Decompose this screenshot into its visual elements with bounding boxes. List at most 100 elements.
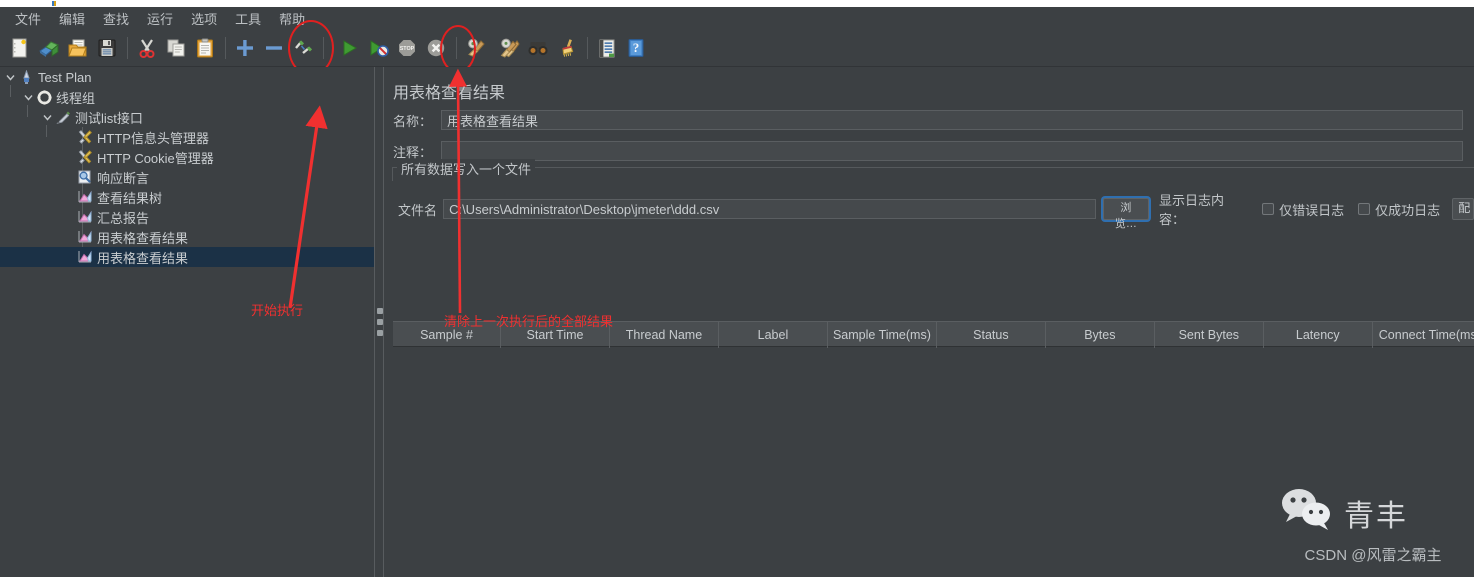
toolbar-separator-5 — [587, 36, 588, 59]
chevron-down-icon[interactable] — [3, 67, 17, 87]
column-header-latency[interactable]: Latency — [1264, 322, 1373, 348]
save-icon[interactable] — [93, 34, 121, 62]
tree-node-view-results-tree[interactable]: 查看结果树 — [0, 187, 374, 207]
group-border-top — [392, 167, 1474, 168]
tree-node-label: 汇总报告 — [97, 210, 150, 226]
menu-bar: 文件 编辑 查找 运行 选项 工具 帮助 — [0, 7, 1474, 29]
listener-icon — [76, 247, 94, 267]
tree-node-label: 线程组 — [56, 90, 96, 106]
tree-node-header-manager[interactable]: HTTP信息头管理器 — [0, 127, 374, 147]
filename-input[interactable] — [443, 199, 1096, 219]
menu-tools[interactable]: 工具 — [226, 7, 270, 30]
header-manager-icon — [76, 127, 94, 147]
search-binoculars-icon[interactable] — [524, 34, 552, 62]
column-header-label[interactable]: Label — [719, 322, 828, 348]
copy-icon[interactable] — [162, 34, 190, 62]
column-header-sent-bytes[interactable]: Sent Bytes — [1155, 322, 1264, 348]
stop-icon: STOP — [393, 34, 421, 62]
new-icon[interactable] — [6, 34, 34, 62]
shutdown-icon — [422, 34, 450, 62]
tree-node-label: HTTP Cookie管理器 — [97, 150, 214, 166]
open-folder-icon[interactable] — [64, 34, 92, 62]
menu-run[interactable]: 运行 — [138, 7, 182, 30]
menu-file[interactable]: 文件 — [6, 7, 50, 30]
menu-options[interactable]: 选项 — [182, 7, 226, 30]
tree-node-cookie-manager[interactable]: HTTP Cookie管理器 — [0, 147, 374, 167]
filename-label: 文件名 — [398, 202, 438, 218]
page-title: 用表格查看结果 — [393, 85, 506, 102]
column-header-sample-time[interactable]: Sample Time(ms) — [828, 322, 937, 348]
templates-icon[interactable] — [35, 34, 63, 62]
column-header-connect-time[interactable]: Connect Time(ms) — [1373, 322, 1474, 348]
cookie-manager-icon — [76, 147, 94, 167]
watermark: 青丰 CSDN @风雷之霸主 — [1278, 487, 1468, 565]
svg-text:STOP: STOP — [400, 46, 415, 52]
start-no-timers-icon[interactable] — [364, 34, 392, 62]
help-icon[interactable]: ? — [622, 34, 650, 62]
toolbar-separator-2 — [225, 36, 226, 59]
watermark-credit: CSDN @风雷之霸主 — [1304, 547, 1442, 564]
tree-node-label: HTTP信息头管理器 — [97, 130, 209, 146]
success-only-checkbox[interactable]: 仅成功日志 — [1358, 200, 1440, 219]
expand-all-icon[interactable] — [231, 34, 259, 62]
column-header-status[interactable]: Status — [937, 322, 1046, 348]
menu-edit[interactable]: 编辑 — [50, 7, 94, 30]
toggle-icon[interactable] — [289, 34, 317, 62]
tree-node-label: 用表格查看结果 — [97, 250, 189, 266]
menu-help[interactable]: 帮助 — [270, 7, 314, 30]
pane-splitter[interactable] — [374, 67, 384, 577]
splitter-grip[interactable] — [377, 308, 383, 336]
column-header-thread-name[interactable]: Thread Name — [610, 322, 719, 348]
toolbar-separator — [127, 36, 128, 59]
tree-node-test-plan[interactable]: Test Plan — [0, 67, 374, 87]
checkbox-box[interactable] — [1358, 203, 1371, 215]
name-input[interactable] — [441, 110, 1463, 130]
comment-row: 注释： — [393, 141, 1468, 161]
thread-group-icon — [35, 87, 53, 107]
function-helper-icon[interactable] — [593, 34, 621, 62]
configure-button[interactable]: 配置 — [1452, 198, 1474, 220]
clear-all-icon[interactable] — [495, 34, 523, 62]
menu-search[interactable]: 查找 — [94, 7, 138, 30]
group-title: 所有数据写入一个文件 — [397, 159, 536, 178]
filename-row: 文件名 浏览… 显示日志内容： 仅错误日志 仅成功日志 配置 — [398, 190, 1474, 230]
tree-node-label: 用表格查看结果 — [97, 230, 189, 246]
name-label: 名称： — [393, 113, 433, 129]
chevron-down-icon[interactable] — [40, 107, 54, 127]
assertion-icon — [76, 167, 94, 187]
watermark-row: 青丰 — [1278, 487, 1468, 538]
checkbox-box[interactable] — [1262, 203, 1275, 215]
chevron-down-icon[interactable] — [21, 87, 35, 107]
tree-node-thread-group[interactable]: 线程组 — [0, 87, 374, 107]
tree-node-label: 测试list接口 — [75, 110, 143, 126]
jmeter-window: 文件 编辑 查找 运行 选项 工具 帮助 STOP ? Test Plan 线程… — [0, 0, 1474, 577]
tree-node-label: Test Plan — [38, 69, 92, 85]
errors-only-checkbox[interactable]: 仅错误日志 — [1262, 200, 1344, 219]
test-plan-icon — [17, 67, 35, 87]
tree-node-view-results-table-1[interactable]: 用表格查看结果 — [0, 227, 374, 247]
listener-icon — [76, 227, 94, 247]
listener-icon — [76, 207, 94, 227]
column-header-bytes[interactable]: Bytes — [1046, 322, 1155, 348]
write-all-data-to-file-group: 所有数据写入一个文件 文件名 浏览… 显示日志内容： 仅错误日志 仅成功日志 配… — [392, 159, 1474, 577]
watermark-brand: 青丰 — [1344, 499, 1408, 533]
log-display-label: 显示日志内容： — [1159, 193, 1225, 227]
tree-node-view-results-table-2[interactable]: 用表格查看结果 — [0, 247, 374, 267]
annotation-start-execution: 开始执行 — [251, 304, 304, 319]
collapse-all-icon[interactable] — [260, 34, 288, 62]
tree-node-http-request[interactable]: 测试list接口 — [0, 107, 374, 127]
start-icon[interactable] — [335, 34, 363, 62]
toolbar-separator-4 — [456, 36, 457, 59]
tree-node-response-assertion[interactable]: 响应断言 — [0, 167, 374, 187]
main-toolbar: STOP ? — [0, 29, 1474, 67]
cut-icon[interactable] — [133, 34, 161, 62]
clear-icon[interactable] — [462, 34, 490, 62]
test-plan-tree[interactable]: Test Plan 线程组 测试list接口 HTTP信息头管理器 HTTP C… — [0, 67, 374, 577]
browse-button[interactable]: 浏览… — [1102, 198, 1149, 230]
tree-node-summary-report[interactable]: 汇总报告 — [0, 207, 374, 227]
reset-search-icon[interactable] — [553, 34, 581, 62]
paste-icon[interactable] — [191, 34, 219, 62]
comment-input[interactable] — [441, 141, 1463, 161]
annotation-clear-previous-results: 清除上一次执行后的全部结果 — [444, 315, 614, 330]
svg-text:?: ? — [633, 40, 640, 55]
